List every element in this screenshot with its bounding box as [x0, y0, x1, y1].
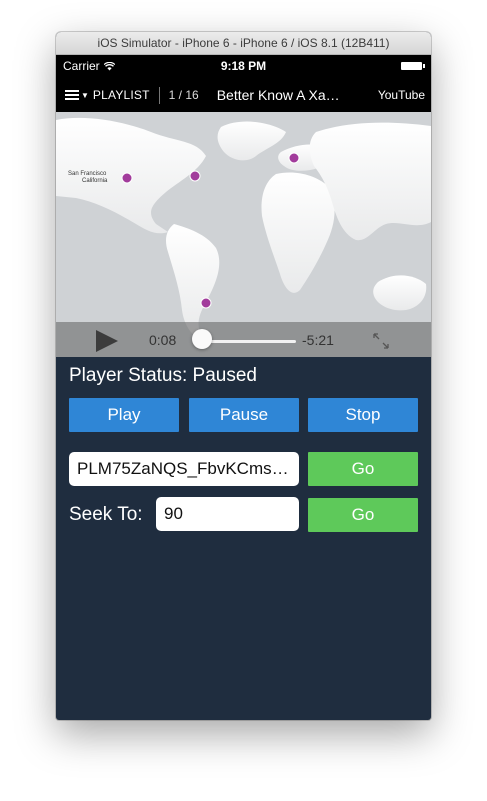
seek-label: Seek To:	[69, 504, 143, 525]
divider	[158, 86, 160, 104]
scrubber-knob[interactable]	[192, 329, 212, 349]
battery-icon	[401, 62, 425, 70]
seek-field[interactable]: 90	[156, 497, 299, 531]
caret-down-icon: ▼	[81, 90, 89, 100]
player-status: Player Status: Paused	[69, 365, 257, 386]
simulator-window: iOS Simulator - iPhone 6 - iPhone 6 / iO…	[56, 32, 431, 720]
playlist-label[interactable]: PLAYLIST	[93, 88, 150, 102]
seek-go-button[interactable]: Go	[308, 498, 418, 532]
playlist-id-field[interactable]: PLM75ZaNQS_FbvKCmsj…	[69, 452, 299, 486]
fullscreen-icon[interactable]	[372, 332, 390, 350]
video-title[interactable]: Better Know A Xa…	[217, 87, 378, 103]
video-controls-bar: 0:08 -5:21	[56, 322, 431, 357]
status-time: 9:18 PM	[220, 59, 267, 73]
video-player[interactable]: San Francisco California 0:08 -5:21	[56, 112, 431, 357]
play-button[interactable]: Play	[69, 398, 179, 432]
map-label-state: California	[82, 178, 108, 184]
stop-button[interactable]: Stop	[308, 398, 418, 432]
youtube-header-bar: ▼ PLAYLIST 1 / 16 Better Know A Xa… YouT…	[56, 78, 431, 112]
map-label-city: San Francisco	[68, 171, 107, 177]
pause-button[interactable]: Pause	[189, 398, 299, 432]
playlist-counter: 1 / 16	[168, 88, 199, 102]
elapsed-time: 0:08	[149, 332, 177, 348]
world-map-image: San Francisco California	[56, 112, 431, 357]
ios-status-bar: Carrier 9:18 PM	[56, 55, 431, 78]
playlist-menu-button[interactable]: ▼	[65, 88, 89, 102]
youtube-logo[interactable]: YouTube	[378, 88, 425, 102]
window-title: iOS Simulator - iPhone 6 - iPhone 6 / iO…	[56, 32, 431, 55]
playlist-go-button[interactable]: Go	[308, 452, 418, 486]
video-play-icon[interactable]	[96, 330, 118, 352]
remaining-time: -5:21	[302, 332, 334, 348]
list-icon	[65, 88, 79, 102]
